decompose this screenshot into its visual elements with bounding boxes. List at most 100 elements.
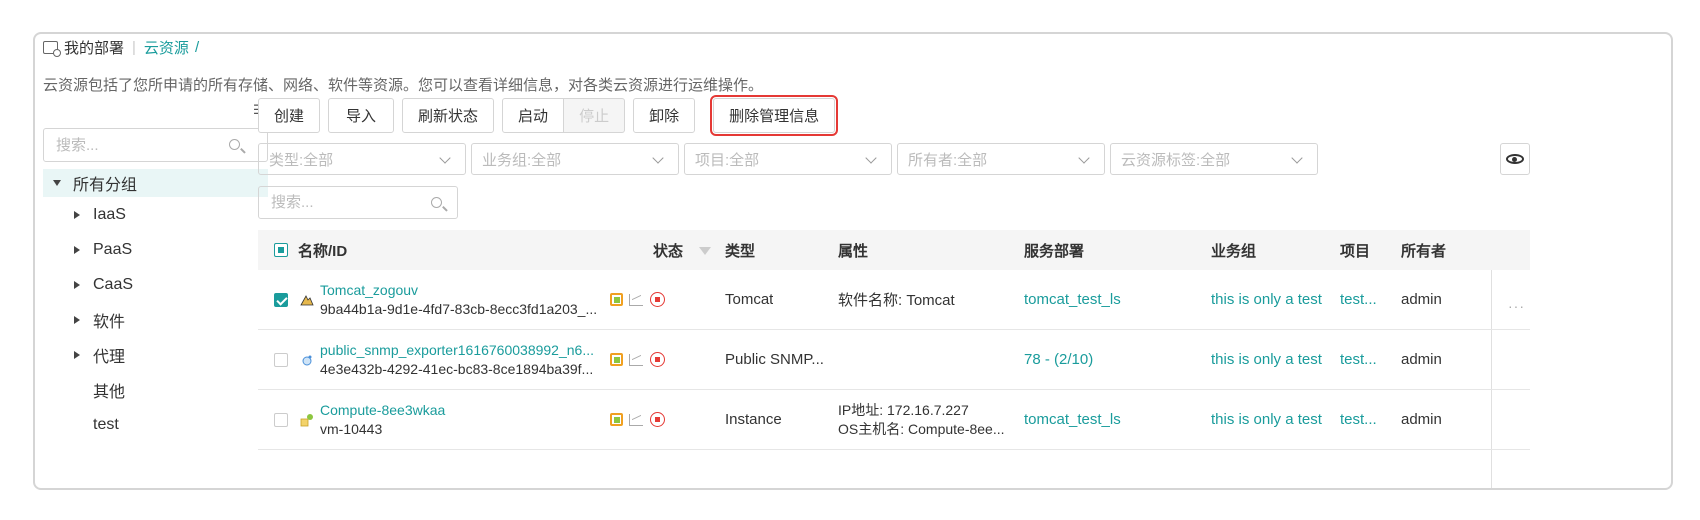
tree-item-test[interactable]: test [43, 407, 268, 442]
snmp-icon [302, 355, 312, 366]
start-button[interactable]: 启动 [502, 98, 565, 133]
resource-name-link[interactable]: Tomcat_zogouv [320, 281, 418, 299]
header-business-group[interactable]: 业务组 [1211, 230, 1256, 270]
resource-attributes [838, 330, 1013, 389]
resource-id: 4e3e432b-4292-41ec-bc83-8ce1894ba39f... [320, 360, 594, 377]
resource-name-cell: public_snmp_exporter1616760038992_n6... … [320, 330, 620, 389]
owner-value: admin [1401, 411, 1442, 428]
console-icon[interactable] [610, 353, 623, 366]
tomcat-icon [300, 295, 314, 306]
tree-item-paas[interactable]: PaaS [43, 232, 268, 267]
header-deployment[interactable]: 服务部署 [1024, 230, 1084, 270]
header-attributes: 属性 [838, 242, 869, 260]
row-checkbox[interactable] [274, 412, 288, 427]
table-row[interactable]: Tomcat_zogouv 9ba44b1a-9d1e-4fd7-83cb-8e… [258, 270, 1530, 330]
resource-id: vm-10443 [320, 420, 383, 437]
breadcrumb-root[interactable]: 我的部署 [64, 37, 124, 58]
tree-item-label: 软件 [93, 313, 126, 331]
project-link[interactable]: test... [1340, 390, 1377, 449]
column-visibility-button[interactable] [1500, 143, 1530, 175]
eye-icon [1506, 154, 1524, 164]
cloud-resources-panel: 我的部署 | 云资源 / 云资源包括了您所申请的所有存储、网络、软件等资源。您可… [33, 32, 1673, 490]
create-button[interactable]: 创建 [258, 98, 321, 133]
header-name[interactable]: 名称/ID [298, 230, 347, 270]
uninstall-button[interactable]: 卸除 [633, 98, 696, 133]
breadcrumb-separator: | [132, 38, 136, 56]
search-icon[interactable] [229, 139, 240, 150]
owner-filter-value: 所有者:全部 [908, 151, 988, 169]
resource-name-link[interactable]: Compute-8ee3wkaa [320, 401, 445, 419]
project-link[interactable]: test... [1340, 270, 1377, 329]
owner-filter-select[interactable]: 所有者:全部 [897, 143, 1105, 175]
breadcrumb-slash: / [194, 38, 200, 56]
deployment-link[interactable]: tomcat_test_ls [1024, 390, 1121, 449]
business-group-link[interactable]: this is only a test [1211, 390, 1322, 449]
project-filter-select[interactable]: 项目:全部 [684, 143, 892, 175]
resource-attributes: IP地址: 172.16.7.227 OS主机名: Compute-8ee... [838, 390, 1013, 449]
row-actions [610, 330, 670, 389]
stop-status-icon[interactable] [650, 292, 665, 307]
header-type[interactable]: 类型 [725, 230, 755, 270]
table-row[interactable]: Compute-8ee3wkaa vm-10443 Instance IP地址:… [258, 390, 1530, 450]
row-checkbox[interactable] [274, 292, 288, 307]
select-all-checkbox[interactable] [274, 243, 288, 257]
tree-item-label: CaaS [93, 275, 134, 293]
type-filter-select[interactable]: 类型:全部 [258, 143, 466, 175]
stop-button: 停止 [564, 98, 626, 133]
chevron-right-icon[interactable] [74, 350, 80, 359]
chevron-right-icon[interactable] [74, 245, 80, 254]
header-project[interactable]: 项目 [1340, 230, 1370, 270]
tree-item-iaas[interactable]: IaaS [43, 197, 268, 232]
header-status[interactable]: 状态 [653, 230, 712, 270]
tree-item-proxy[interactable]: 代理 [43, 337, 268, 372]
tag-filter-select[interactable]: 云资源标签:全部 [1110, 143, 1318, 175]
attribute-line: 软件名称: Tomcat [838, 292, 955, 309]
business-group-link[interactable]: this is only a test [1211, 270, 1322, 329]
chevron-down-icon[interactable] [53, 180, 61, 186]
table-header: 名称/ID 状态 类型 属性 服务部署 业务组 项目 所有者 [258, 230, 1530, 270]
chevron-down-icon [439, 152, 451, 164]
delete-management-info-button[interactable]: 删除管理信息 [710, 95, 839, 136]
header-owner[interactable]: 所有者 [1401, 230, 1446, 270]
instance-icon [300, 414, 313, 427]
filter-icon[interactable] [699, 247, 712, 255]
tree-item-all-groups[interactable]: 所有分组 [43, 169, 268, 197]
stop-status-icon[interactable] [650, 412, 665, 427]
chevron-right-icon[interactable] [74, 210, 80, 219]
stop-status-icon[interactable] [650, 352, 665, 367]
row-actions [610, 390, 670, 449]
tree-item-other[interactable]: 其他 [43, 372, 268, 407]
search-icon[interactable] [431, 197, 442, 208]
import-button[interactable]: 导入 [328, 98, 395, 133]
console-icon[interactable] [610, 413, 623, 426]
chevron-down-icon [865, 152, 877, 164]
resource-name-link[interactable]: public_snmp_exporter1616760038992_n6... [320, 341, 594, 359]
chevron-right-icon[interactable] [74, 315, 80, 324]
monitor-chart-icon[interactable] [629, 353, 643, 366]
table-search-input[interactable] [259, 187, 419, 218]
table-row[interactable]: public_snmp_exporter1616760038992_n6... … [258, 330, 1530, 390]
project-filter-value: 项目:全部 [695, 151, 760, 169]
console-icon[interactable] [610, 293, 623, 306]
deployment-link[interactable]: 78 - (2/10) [1024, 330, 1093, 389]
chevron-right-icon[interactable] [74, 280, 80, 289]
monitor-chart-icon[interactable] [629, 413, 643, 426]
business-group-link[interactable]: this is only a test [1211, 330, 1322, 389]
monitor-chart-icon[interactable] [629, 293, 643, 306]
deployment-link[interactable]: tomcat_test_ls [1024, 270, 1121, 329]
chevron-down-icon [1078, 152, 1090, 164]
project-link[interactable]: test... [1340, 330, 1377, 389]
tree-item-software[interactable]: 软件 [43, 302, 268, 337]
refresh-status-button[interactable]: 刷新状态 [402, 98, 495, 133]
business-group-filter-select[interactable]: 业务组:全部 [471, 143, 679, 175]
deployment-icon [43, 40, 61, 57]
breadcrumb-current[interactable]: 云资源 [144, 37, 189, 58]
resource-table: 名称/ID 状态 类型 属性 服务部署 业务组 项目 所有者 Tomcat_zo… [258, 230, 1530, 488]
sidebar-search-input[interactable] [44, 129, 224, 161]
row-checkbox[interactable] [274, 352, 288, 367]
more-options-icon[interactable]: ··· [1508, 298, 1528, 314]
chevron-down-icon [652, 152, 664, 164]
tree-item-caas[interactable]: CaaS [43, 267, 268, 302]
tree-item-label: PaaS [93, 240, 133, 258]
breadcrumb: 我的部署 | 云资源 / [43, 37, 199, 57]
